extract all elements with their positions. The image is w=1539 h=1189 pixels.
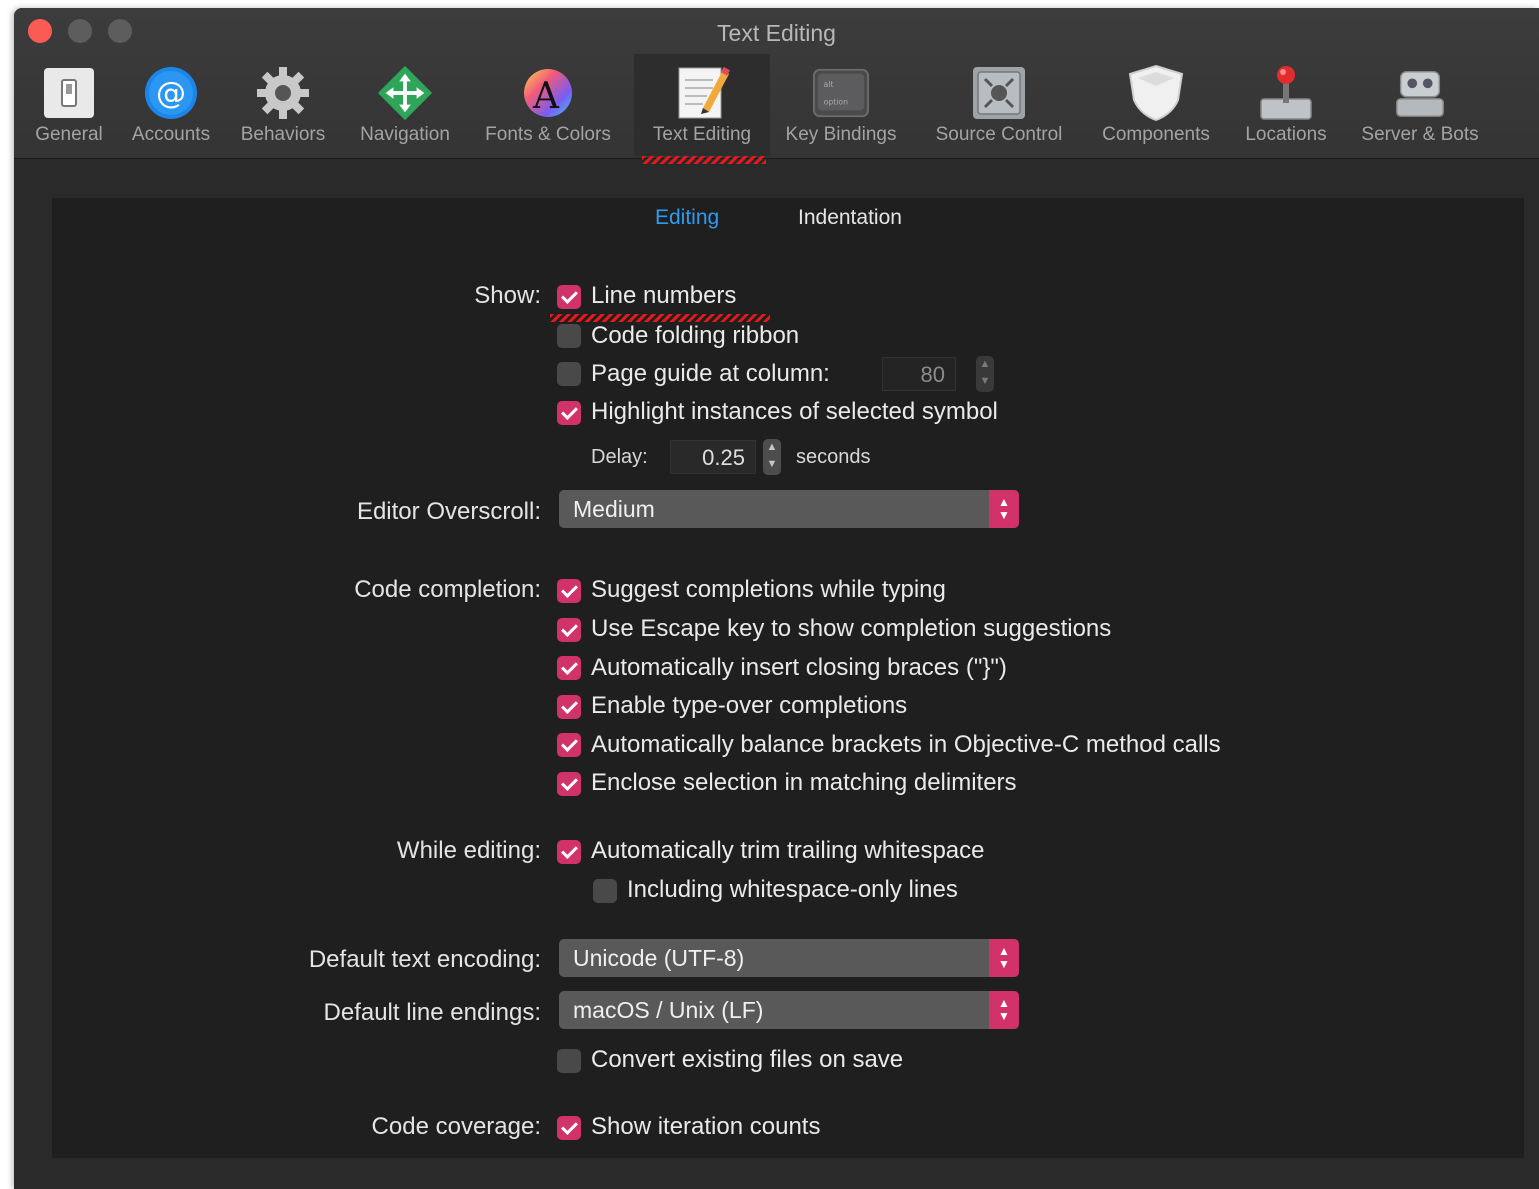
closing-braces-checkbox[interactable] xyxy=(557,656,581,680)
iteration-counts-text: Show iteration counts xyxy=(591,1113,821,1140)
tab-behaviors[interactable]: Behaviors xyxy=(228,54,338,156)
delay-stepper[interactable]: ▲ ▼ xyxy=(763,439,781,475)
tab-label: Server & Bots xyxy=(1361,124,1479,145)
navigation-arrows-icon xyxy=(376,64,434,122)
tab-label: Text Editing xyxy=(652,124,752,145)
annotation-underline xyxy=(550,314,770,322)
svg-text:option: option xyxy=(824,98,849,107)
page-guide-text: Page guide at column: xyxy=(591,360,830,387)
enclose-selection-checkbox[interactable] xyxy=(557,772,581,796)
line-numbers-text: Line numbers xyxy=(591,282,737,309)
line-endings-popup[interactable]: macOS / Unix (LF) ▲ ▼ xyxy=(559,991,1019,1029)
code-completion-label: Code completion: xyxy=(354,576,541,603)
delay-unit: seconds xyxy=(796,446,871,468)
whitespace-only-text: Including whitespace-only lines xyxy=(627,876,958,903)
font-color-icon: A xyxy=(519,64,577,122)
tab-key-bindings[interactable]: alt option Key Bindings xyxy=(774,54,908,156)
tab-accounts[interactable]: @ Accounts xyxy=(118,54,224,156)
tab-label: General xyxy=(35,124,103,145)
gear-icon xyxy=(254,64,312,122)
segment-editing[interactable]: Editing xyxy=(655,206,719,230)
tab-navigation[interactable]: Navigation xyxy=(344,54,466,156)
svg-text:alt: alt xyxy=(824,80,834,89)
page-guide-column-field[interactable]: 80 xyxy=(882,357,956,391)
tab-label: Accounts xyxy=(131,124,211,145)
annotation-underline xyxy=(642,156,766,164)
suggest-completions-text: Suggest completions while typing xyxy=(591,576,946,603)
convert-files-text: Convert existing files on save xyxy=(591,1046,904,1073)
delay-label: Delay: xyxy=(591,446,648,468)
convert-files-checkbox[interactable] xyxy=(557,1049,581,1073)
trim-whitespace-checkbox[interactable] xyxy=(557,840,581,864)
tab-label: Locations xyxy=(1245,124,1327,145)
robot-icon xyxy=(1391,64,1449,122)
line-endings-value: macOS / Unix (LF) xyxy=(573,997,764,1023)
tab-fonts-colors[interactable]: A Fonts & Colors xyxy=(470,54,626,156)
escape-key-text: Use Escape key to show completion sugges… xyxy=(591,615,1112,642)
option-key-icon: alt option xyxy=(812,64,870,122)
line-endings-label: Default line endings: xyxy=(323,999,541,1026)
tab-server-bots[interactable]: Server & Bots xyxy=(1344,54,1496,156)
encoding-value: Unicode (UTF-8) xyxy=(573,945,745,971)
type-over-checkbox[interactable] xyxy=(557,695,581,719)
iteration-counts-checkbox[interactable] xyxy=(557,1116,581,1140)
tab-label: Fonts & Colors xyxy=(485,124,611,145)
tab-locations[interactable]: Locations xyxy=(1232,54,1340,156)
shield-icon xyxy=(1127,64,1185,122)
escape-key-checkbox[interactable] xyxy=(557,618,581,642)
pencil-paper-icon xyxy=(673,64,731,122)
tab-label: Key Bindings xyxy=(785,124,897,145)
type-over-text: Enable type-over completions xyxy=(591,692,908,719)
balance-brackets-checkbox[interactable] xyxy=(557,733,581,757)
show-label: Show: xyxy=(474,282,541,309)
page-guide-stepper[interactable]: ▲ ▼ xyxy=(976,356,994,392)
overscroll-popup[interactable]: Medium ▲ ▼ xyxy=(559,490,1019,528)
at-sign-icon: @ xyxy=(142,64,200,122)
code-folding-text: Code folding ribbon xyxy=(591,322,800,349)
general-switch-icon xyxy=(40,64,98,122)
overscroll-value: Medium xyxy=(573,496,655,522)
trim-whitespace-text: Automatically trim trailing whitespace xyxy=(591,837,985,864)
delay-field[interactable]: 0.25 xyxy=(670,440,756,474)
closing-braces-text: Automatically insert closing braces ("}"… xyxy=(591,654,1007,681)
tab-label: Source Control xyxy=(935,124,1063,145)
overscroll-label: Editor Overscroll: xyxy=(356,498,541,525)
vault-icon xyxy=(970,64,1028,122)
svg-text:A: A xyxy=(532,76,560,117)
joystick-icon xyxy=(1257,64,1315,122)
tab-label: Behaviors xyxy=(240,124,326,145)
tab-label: Components xyxy=(1102,124,1210,145)
code-coverage-label: Code coverage: xyxy=(371,1113,541,1140)
chevron-updown-icon: ▲ ▼ xyxy=(989,991,1019,1029)
tab-source-control[interactable]: Source Control xyxy=(920,54,1078,156)
highlight-text: Highlight instances of selected symbol xyxy=(591,398,998,425)
while-editing-label: While editing: xyxy=(396,837,541,864)
chevron-updown-icon: ▲ ▼ xyxy=(989,939,1019,977)
code-folding-checkbox[interactable] xyxy=(557,324,581,348)
highlight-checkbox[interactable] xyxy=(557,401,581,425)
chevron-updown-icon: ▲ ▼ xyxy=(989,490,1019,528)
svg-text:@: @ xyxy=(156,76,186,111)
encoding-label: Default text encoding: xyxy=(308,946,541,973)
tab-components[interactable]: Components xyxy=(1086,54,1226,156)
line-numbers-checkbox[interactable] xyxy=(557,285,581,309)
tab-text-editing[interactable]: Text Editing xyxy=(634,54,770,164)
enclose-selection-text: Enclose selection in matching delimiters xyxy=(591,769,1017,796)
toolbar: Text Editing General @ Accounts Behavior… xyxy=(14,8,1539,164)
balance-brackets-text: Automatically balance brackets in Object… xyxy=(591,731,1221,758)
window-title: Text Editing xyxy=(717,20,836,46)
encoding-popup[interactable]: Unicode (UTF-8) ▲ ▼ xyxy=(559,939,1019,977)
tab-general[interactable]: General xyxy=(24,54,114,156)
segment-indentation[interactable]: Indentation xyxy=(798,206,902,230)
suggest-completions-checkbox[interactable] xyxy=(557,579,581,603)
page-guide-checkbox[interactable] xyxy=(557,362,581,386)
whitespace-only-checkbox[interactable] xyxy=(593,879,617,903)
tab-label: Navigation xyxy=(360,124,450,145)
